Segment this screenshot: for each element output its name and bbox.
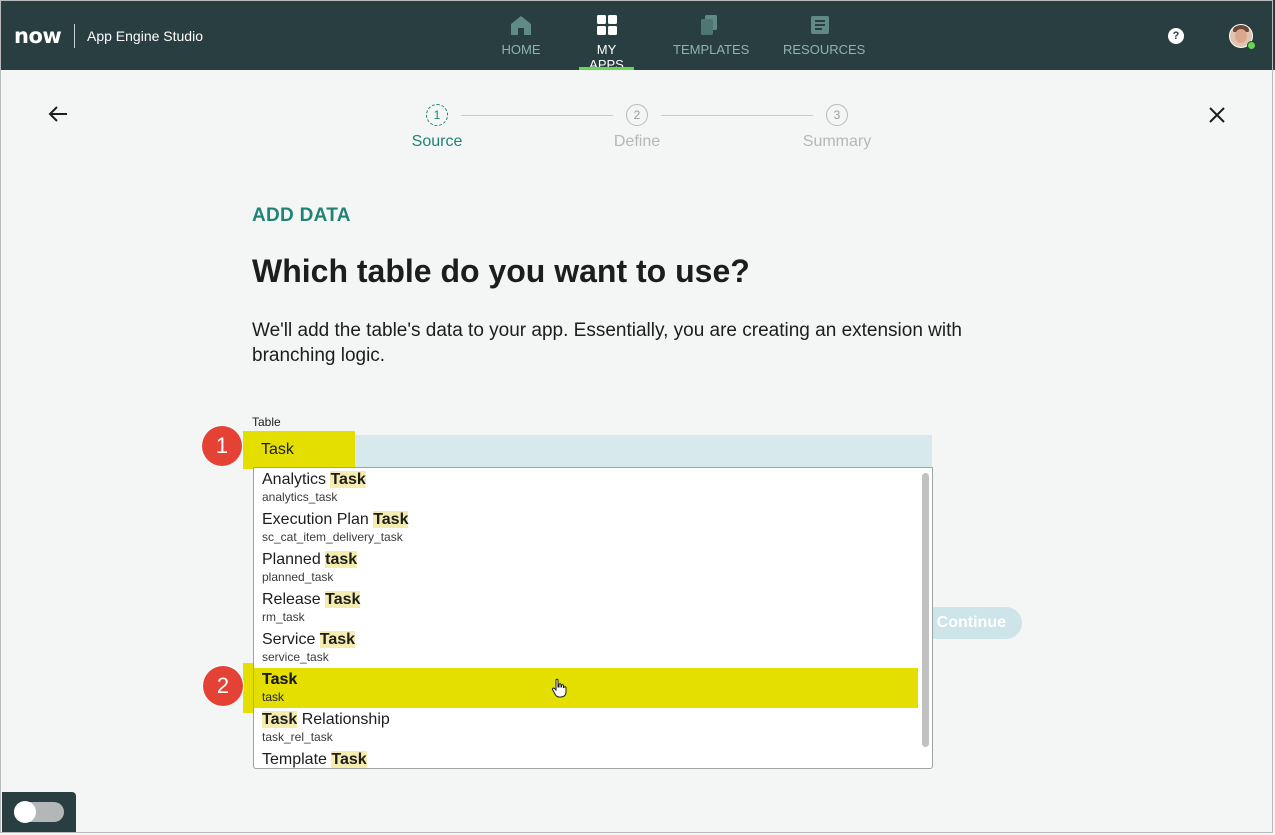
- table-name: planned_task: [262, 570, 334, 584]
- nav-home-label: HOME: [501, 42, 541, 57]
- mode-toggle[interactable]: [14, 801, 64, 823]
- list-item[interactable]: Service Task service_task: [254, 628, 918, 668]
- online-status-icon: [1247, 41, 1256, 50]
- input-highlight: [243, 431, 355, 469]
- step-label: Define: [613, 133, 661, 150]
- nav-my-apps[interactable]: MY APPS: [579, 14, 634, 72]
- step-summary: 3 Summary: [777, 104, 897, 151]
- table-field-label: Table: [252, 415, 281, 429]
- back-arrow-icon[interactable]: [46, 102, 70, 126]
- close-icon[interactable]: [1205, 103, 1229, 127]
- nav-resources-label: RESOURCES: [783, 42, 866, 57]
- home-icon: [511, 16, 531, 35]
- top-nav-bar: now App Engine Studio HOME MY APPS TEMPL…: [0, 0, 1275, 72]
- logo-divider: [74, 24, 75, 48]
- table-name: service_task: [262, 650, 329, 664]
- list-item[interactable]: Planned task planned_task: [254, 548, 918, 588]
- dropdown-scrollbar[interactable]: [922, 473, 929, 747]
- resources-icon: [811, 16, 829, 34]
- step-source[interactable]: 1 Source: [377, 104, 497, 151]
- step-number: 2: [626, 104, 648, 126]
- hand-cursor-icon: [551, 678, 567, 698]
- selected-option-table: task: [262, 690, 285, 704]
- selected-option-label[interactable]: Task: [262, 671, 297, 689]
- list-item[interactable]: Execution Plan Task sc_cat_item_delivery…: [254, 508, 918, 548]
- grid-icon: [596, 15, 617, 35]
- list-item-selected[interactable]: Task task: [254, 668, 918, 708]
- continue-button[interactable]: Continue: [920, 607, 1022, 639]
- nav-home[interactable]: HOME: [500, 14, 542, 70]
- bottom-toggle-panel: [2, 792, 76, 832]
- list-item[interactable]: Template Task: [254, 748, 918, 768]
- nav-resources[interactable]: RESOURCES: [783, 14, 865, 70]
- step-label: Summary: [802, 133, 872, 150]
- page-description: We'll add the table's data to your app. …: [252, 320, 962, 366]
- step-define: 2 Define: [577, 104, 697, 151]
- app-title[interactable]: App Engine Studio: [87, 28, 203, 44]
- table-dropdown-list[interactable]: Analytics Task analytics_task Execution …: [253, 467, 933, 769]
- table-name: analytics_task: [262, 490, 338, 504]
- annotation-badge-2: 2: [203, 666, 243, 706]
- nav-my-apps-label: MY APPS: [589, 42, 624, 72]
- annotation-badge-1: 1: [202, 426, 242, 466]
- table-input-value[interactable]: Task: [261, 441, 294, 459]
- table-name: sc_cat_item_delivery_task: [262, 530, 403, 544]
- servicenow-logo[interactable]: now: [14, 24, 62, 48]
- nav-templates[interactable]: TEMPLATES: [673, 14, 749, 70]
- step-number: 1: [426, 104, 448, 126]
- step-number: 3: [826, 104, 848, 126]
- section-eyebrow: ADD DATA: [252, 205, 351, 226]
- table-name: task_rel_task: [262, 730, 333, 744]
- list-item[interactable]: Task Relationship task_rel_task: [254, 708, 918, 748]
- page-title: Which table do you want to use?: [252, 253, 750, 289]
- nav-templates-label: TEMPLATES: [673, 42, 750, 57]
- list-item[interactable]: Analytics Task analytics_task: [254, 468, 918, 508]
- list-item[interactable]: Release Task rm_task: [254, 588, 918, 628]
- table-name: rm_task: [262, 610, 305, 624]
- templates-icon: [701, 15, 717, 35]
- step-label: Source: [411, 133, 463, 150]
- help-icon[interactable]: ?: [1168, 28, 1184, 44]
